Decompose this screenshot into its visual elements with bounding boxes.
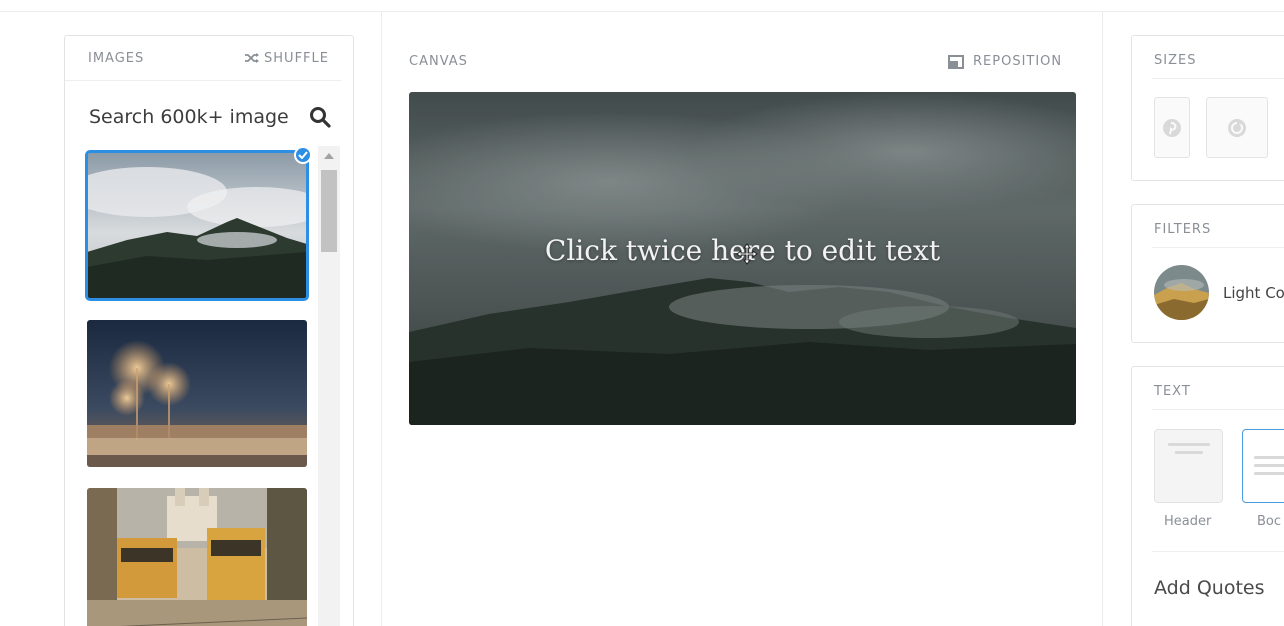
text-style-header-label: Header	[1164, 514, 1212, 529]
app-window: IMAGES SHUFFLE Search 600k+ images CANVA…	[0, 0, 1284, 626]
text-separator	[1152, 551, 1284, 552]
thumbnail-foggy-mountain[interactable]	[85, 150, 309, 301]
thumbnail-list	[85, 150, 309, 626]
image-search	[89, 102, 331, 132]
size-pinterest-button[interactable]	[1154, 97, 1190, 158]
reposition-label: REPOSITION	[973, 54, 1063, 69]
pinterest-icon	[1163, 118, 1181, 137]
header-line-icon	[1175, 451, 1203, 454]
search-input[interactable]	[89, 106, 289, 128]
thumbnail-scrollbar[interactable]	[318, 146, 340, 626]
images-panel-header: IMAGES SHUFFLE	[65, 36, 341, 81]
sizes-panel: SIZES	[1131, 35, 1284, 181]
header-line-icon	[1168, 443, 1210, 446]
size-circle-button[interactable]	[1206, 97, 1268, 158]
scroll-up-arrow[interactable]	[324, 153, 334, 159]
text-style-body-label: Boc	[1257, 514, 1282, 529]
search-icon[interactable]	[309, 106, 331, 128]
canvas-title: CANVAS	[409, 54, 468, 69]
filter-thumbnail[interactable]	[1154, 265, 1209, 320]
body-line-icon	[1254, 464, 1284, 467]
filter-label[interactable]: Light Co	[1223, 284, 1284, 302]
shuffle-button[interactable]: SHUFFLE	[244, 51, 329, 66]
filters-panel: FILTERS Light Co	[1131, 204, 1284, 343]
add-quotes-button[interactable]: Add Quotes	[1154, 577, 1264, 599]
reposition-button[interactable]: REPOSITION	[948, 54, 1062, 69]
column-divider	[381, 12, 382, 626]
top-divider	[0, 11, 1284, 12]
images-panel: IMAGES SHUFFLE	[64, 35, 354, 626]
filters-title: FILTERS	[1154, 222, 1212, 237]
sizes-title: SIZES	[1154, 53, 1197, 68]
text-divider	[1152, 409, 1284, 410]
text-style-body[interactable]	[1242, 429, 1284, 503]
body-line-icon	[1254, 472, 1284, 475]
scroll-thumb[interactable]	[321, 170, 337, 252]
filters-divider	[1152, 247, 1284, 248]
sizes-divider	[1152, 78, 1284, 79]
body-line-icon	[1254, 456, 1284, 459]
text-panel: TEXT Header Boc Add Quotes	[1131, 366, 1284, 626]
thumbnail-night-street-lights[interactable]	[87, 320, 307, 467]
text-title: TEXT	[1154, 384, 1191, 399]
shuffle-icon	[245, 53, 260, 63]
text-style-header[interactable]	[1154, 429, 1223, 503]
column-divider	[1102, 12, 1103, 626]
selected-check-icon	[294, 146, 312, 164]
thumbnail-lisbon-trams[interactable]	[87, 488, 307, 626]
shuffle-label: SHUFFLE	[264, 50, 329, 66]
circle-icon	[1228, 118, 1246, 137]
move-cursor-icon	[736, 243, 758, 265]
images-title: IMAGES	[88, 50, 145, 66]
design-canvas[interactable]: Click twice here to edit text	[409, 92, 1076, 425]
reposition-icon	[948, 54, 964, 69]
